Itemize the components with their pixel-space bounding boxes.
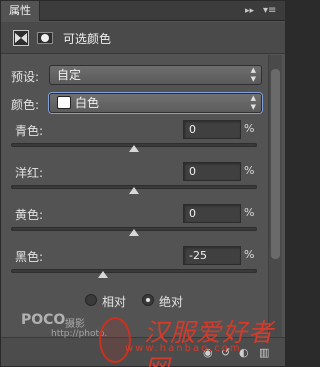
magenta-label: 洋红: <box>15 166 44 180</box>
yellow-slider-thumb[interactable] <box>129 229 139 236</box>
poco-logo: POCO <box>21 312 66 328</box>
black-slider-thumb[interactable] <box>98 271 109 278</box>
black-label: 黑色: <box>15 250 44 264</box>
tab-properties[interactable]: 属性 <box>1 1 40 21</box>
yellow-label: 黄色: <box>15 208 44 222</box>
yellow-input[interactable]: 0 <box>183 204 241 223</box>
panel-menu-icon[interactable]: ▾≡ <box>263 1 276 21</box>
cyan-slider-thumb[interactable] <box>129 145 139 152</box>
layer-mask-icon[interactable] <box>37 30 53 46</box>
absolute-label: 绝对 <box>159 295 184 309</box>
magenta-input[interactable]: 0 <box>183 162 241 181</box>
preset-dropdown[interactable]: 自定 ▲ ▼ <box>49 65 262 85</box>
yellow-unit: % <box>244 206 255 219</box>
properties-panel: 属性 ▸▸ ▾≡ 可选颜色 预设: 自定 ▲ ▼ 颜色: 白色 ▲ ▼ 青色: 0 … <box>0 0 286 367</box>
poco-logo-text: 摄影 <box>65 319 85 330</box>
black-slider-track[interactable] <box>11 269 257 273</box>
preset-value: 自定 <box>57 68 82 82</box>
black-input[interactable]: -25 <box>183 246 241 265</box>
relative-label: 相对 <box>102 295 127 309</box>
adjustment-header: 可选颜色 <box>1 22 285 54</box>
cyan-label: 青色: <box>15 124 44 138</box>
site-name-watermark: 汉服爱好者网 <box>144 318 275 367</box>
collapse-panel-icon[interactable]: ▸▸ <box>245 1 254 21</box>
colors-value: 白色 <box>75 96 100 110</box>
magenta-slider-thumb[interactable] <box>129 187 139 194</box>
magenta-unit: % <box>244 164 255 177</box>
selective-color-icon <box>13 30 29 46</box>
red-seal-stamp <box>99 317 131 363</box>
panel-title: 可选颜色 <box>63 32 112 46</box>
absolute-radio[interactable] <box>142 294 154 306</box>
dropdown-arrow-icon: ▲ ▼ <box>250 66 256 83</box>
cyan-input[interactable]: 0 <box>183 120 241 139</box>
colors-dropdown[interactable]: 白色 ▲ ▼ <box>49 93 262 113</box>
dropdown-arrow-icon: ▲ ▼ <box>250 94 256 111</box>
colors-label: 颜色: <box>11 98 40 112</box>
site-url-watermark: www.hanbao.com <box>125 343 242 354</box>
scrollbar-thumb[interactable] <box>271 69 280 259</box>
panel-scrollbar[interactable] <box>268 55 282 337</box>
black-unit: % <box>244 248 255 261</box>
cyan-unit: % <box>244 122 255 135</box>
preset-label: 预设: <box>11 70 40 84</box>
panel-tab-bar: 属性 ▸▸ ▾≡ <box>1 1 285 21</box>
relative-radio[interactable] <box>85 294 97 306</box>
white-swatch-icon <box>57 96 71 109</box>
